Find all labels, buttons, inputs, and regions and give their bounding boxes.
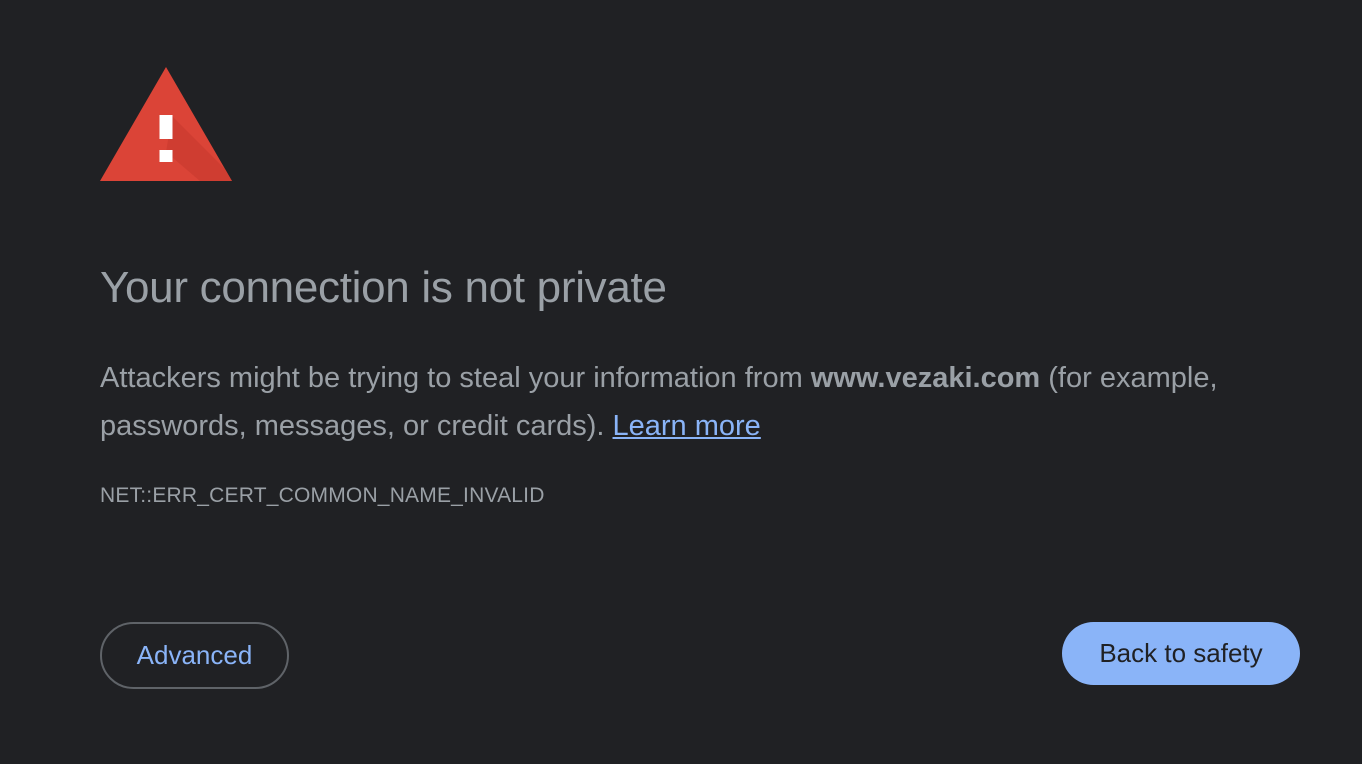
- learn-more-link[interactable]: Learn more: [613, 410, 761, 442]
- page-title: Your connection is not private: [100, 263, 667, 312]
- warning-explanation: Attackers might be trying to steal your …: [100, 354, 1220, 450]
- warning-triangle-icon: [100, 67, 232, 181]
- interstitial-page: Your connection is not private Attackers…: [0, 0, 1362, 764]
- error-code: NET::ERR_CERT_COMMON_NAME_INVALID: [100, 484, 545, 507]
- advanced-button[interactable]: Advanced: [100, 622, 289, 689]
- site-domain: www.vezaki.com: [810, 362, 1041, 394]
- explanation-text-start: Attackers might be trying to steal your …: [100, 362, 811, 394]
- back-to-safety-button[interactable]: Back to safety: [1062, 622, 1300, 685]
